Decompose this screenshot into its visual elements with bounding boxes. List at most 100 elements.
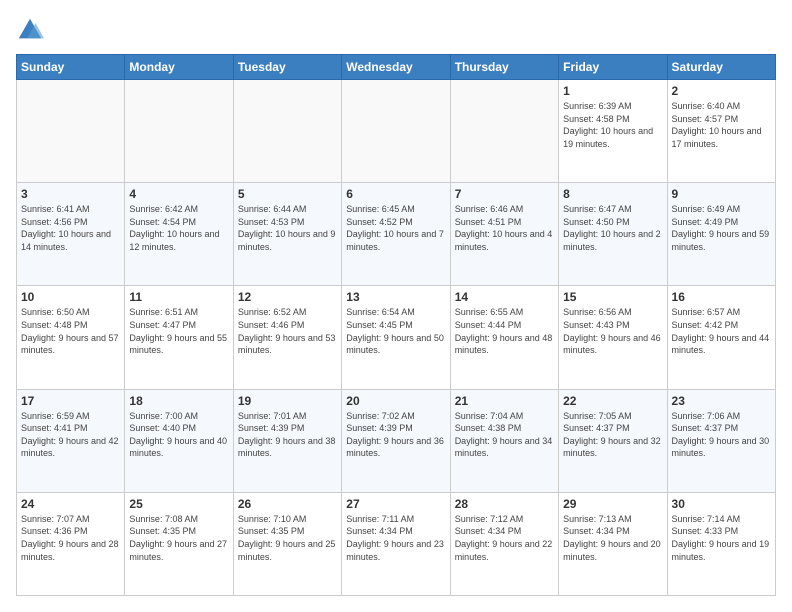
day-number: 29 xyxy=(563,497,662,511)
calendar-cell: 9 Sunrise: 6:49 AM Sunset: 4:49 PM Daylig… xyxy=(667,183,775,286)
day-info: Sunrise: 6:46 AM Sunset: 4:51 PM Dayligh… xyxy=(455,203,554,253)
calendar-cell: 14Sunrise: 6:55 AM Sunset: 4:44 PM Dayli… xyxy=(450,286,558,389)
day-header-friday: Friday xyxy=(559,55,667,80)
calendar-cell: 5 Sunrise: 6:44 AM Sunset: 4:53 PM Daylig… xyxy=(233,183,341,286)
day-number: 19 xyxy=(238,394,337,408)
calendar-cell: 18 Sunrise: 7:00 AM Sunset: 4:40 PM Dayli… xyxy=(125,389,233,492)
day-number: 28 xyxy=(455,497,554,511)
day-header-monday: Monday xyxy=(125,55,233,80)
day-info: Sunrise: 6:44 AM Sunset: 4:53 PM Dayligh… xyxy=(238,203,337,253)
day-info: Sunrise: 6:47 AM Sunset: 4:50 PM Dayligh… xyxy=(563,203,662,253)
day-number: 2 xyxy=(672,84,771,98)
day-info: Sunrise: 7:01 AM Sunset: 4:39 PM Dayligh… xyxy=(238,410,337,460)
day-info: Sunrise: 7:13 AM Sunset: 4:34 PM Dayligh… xyxy=(563,513,662,563)
calendar-cell: 27Sunrise: 7:11 AM Sunset: 4:34 PM Dayli… xyxy=(342,492,450,595)
day-number: 5 xyxy=(238,187,337,201)
week-row-2: 3 Sunrise: 6:41 AM Sunset: 4:56 PM Daylig… xyxy=(17,183,776,286)
week-row-4: 17 Sunrise: 6:59 AM Sunset: 4:41 PM Dayli… xyxy=(17,389,776,492)
calendar-header-row: SundayMondayTuesdayWednesdayThursdayFrid… xyxy=(17,55,776,80)
calendar-cell: 1 Sunrise: 6:39 AM Sunset: 4:58 PM Daylig… xyxy=(559,80,667,183)
calendar-cell: 26 Sunrise: 7:10 AM Sunset: 4:35 PM Dayli… xyxy=(233,492,341,595)
calendar-cell: 30 Sunrise: 7:14 AM Sunset: 4:33 PM Dayli… xyxy=(667,492,775,595)
calendar-cell: 21Sunrise: 7:04 AM Sunset: 4:38 PM Dayli… xyxy=(450,389,558,492)
day-number: 27 xyxy=(346,497,445,511)
calendar-cell: 8 Sunrise: 6:47 AM Sunset: 4:50 PM Daylig… xyxy=(559,183,667,286)
day-info: Sunrise: 7:10 AM Sunset: 4:35 PM Dayligh… xyxy=(238,513,337,563)
calendar-cell: 6 Sunrise: 6:45 AM Sunset: 4:52 PM Daylig… xyxy=(342,183,450,286)
calendar-cell: 11Sunrise: 6:51 AM Sunset: 4:47 PM Dayli… xyxy=(125,286,233,389)
day-number: 21 xyxy=(455,394,554,408)
day-info: Sunrise: 6:40 AM Sunset: 4:57 PM Dayligh… xyxy=(672,100,771,150)
day-number: 1 xyxy=(563,84,662,98)
calendar-cell: 2 Sunrise: 6:40 AM Sunset: 4:57 PM Daylig… xyxy=(667,80,775,183)
day-info: Sunrise: 6:49 AM Sunset: 4:49 PM Dayligh… xyxy=(672,203,771,253)
day-header-sunday: Sunday xyxy=(17,55,125,80)
calendar-cell: 19 Sunrise: 7:01 AM Sunset: 4:39 PM Dayli… xyxy=(233,389,341,492)
day-number: 12 xyxy=(238,290,337,304)
day-number: 3 xyxy=(21,187,120,201)
calendar-cell xyxy=(233,80,341,183)
day-number: 6 xyxy=(346,187,445,201)
calendar-cell: 12 Sunrise: 6:52 AM Sunset: 4:46 PM Dayli… xyxy=(233,286,341,389)
calendar-cell: 28 Sunrise: 7:12 AM Sunset: 4:34 PM Dayli… xyxy=(450,492,558,595)
calendar-cell: 17 Sunrise: 6:59 AM Sunset: 4:41 PM Dayli… xyxy=(17,389,125,492)
day-info: Sunrise: 6:57 AM Sunset: 4:42 PM Dayligh… xyxy=(672,306,771,356)
week-row-5: 24 Sunrise: 7:07 AM Sunset: 4:36 PM Dayli… xyxy=(17,492,776,595)
day-number: 13 xyxy=(346,290,445,304)
calendar-cell: 24 Sunrise: 7:07 AM Sunset: 4:36 PM Dayli… xyxy=(17,492,125,595)
calendar-cell: 3 Sunrise: 6:41 AM Sunset: 4:56 PM Daylig… xyxy=(17,183,125,286)
day-info: Sunrise: 7:02 AM Sunset: 4:39 PM Dayligh… xyxy=(346,410,445,460)
day-info: Sunrise: 7:00 AM Sunset: 4:40 PM Dayligh… xyxy=(129,410,228,460)
day-info: Sunrise: 7:05 AM Sunset: 4:37 PM Dayligh… xyxy=(563,410,662,460)
day-info: Sunrise: 6:45 AM Sunset: 4:52 PM Dayligh… xyxy=(346,203,445,253)
header xyxy=(16,16,776,44)
day-number: 18 xyxy=(129,394,228,408)
day-number: 10 xyxy=(21,290,120,304)
calendar-cell: 22 Sunrise: 7:05 AM Sunset: 4:37 PM Dayli… xyxy=(559,389,667,492)
day-number: 16 xyxy=(672,290,771,304)
calendar-cell: 10 Sunrise: 6:50 AM Sunset: 4:48 PM Dayli… xyxy=(17,286,125,389)
day-info: Sunrise: 6:54 AM Sunset: 4:45 PM Dayligh… xyxy=(346,306,445,356)
calendar-cell: 4 Sunrise: 6:42 AM Sunset: 4:54 PM Daylig… xyxy=(125,183,233,286)
calendar-table: SundayMondayTuesdayWednesdayThursdayFrid… xyxy=(16,54,776,596)
calendar-cell xyxy=(17,80,125,183)
day-number: 25 xyxy=(129,497,228,511)
day-info: Sunrise: 6:59 AM Sunset: 4:41 PM Dayligh… xyxy=(21,410,120,460)
day-info: Sunrise: 6:52 AM Sunset: 4:46 PM Dayligh… xyxy=(238,306,337,356)
week-row-1: 1 Sunrise: 6:39 AM Sunset: 4:58 PM Daylig… xyxy=(17,80,776,183)
day-header-saturday: Saturday xyxy=(667,55,775,80)
day-number: 20 xyxy=(346,394,445,408)
day-number: 17 xyxy=(21,394,120,408)
day-number: 22 xyxy=(563,394,662,408)
calendar-cell: 20 Sunrise: 7:02 AM Sunset: 4:39 PM Dayli… xyxy=(342,389,450,492)
day-info: Sunrise: 6:50 AM Sunset: 4:48 PM Dayligh… xyxy=(21,306,120,356)
day-number: 8 xyxy=(563,187,662,201)
day-number: 7 xyxy=(455,187,554,201)
calendar-cell xyxy=(450,80,558,183)
calendar-cell: 15Sunrise: 6:56 AM Sunset: 4:43 PM Dayli… xyxy=(559,286,667,389)
day-info: Sunrise: 6:56 AM Sunset: 4:43 PM Dayligh… xyxy=(563,306,662,356)
day-number: 4 xyxy=(129,187,228,201)
day-header-tuesday: Tuesday xyxy=(233,55,341,80)
day-info: Sunrise: 6:41 AM Sunset: 4:56 PM Dayligh… xyxy=(21,203,120,253)
day-info: Sunrise: 7:06 AM Sunset: 4:37 PM Dayligh… xyxy=(672,410,771,460)
day-number: 14 xyxy=(455,290,554,304)
day-info: Sunrise: 6:42 AM Sunset: 4:54 PM Dayligh… xyxy=(129,203,228,253)
calendar-cell: 29 Sunrise: 7:13 AM Sunset: 4:34 PM Dayli… xyxy=(559,492,667,595)
day-info: Sunrise: 7:08 AM Sunset: 4:35 PM Dayligh… xyxy=(129,513,228,563)
logo-icon xyxy=(16,16,44,44)
logo xyxy=(16,16,48,44)
day-number: 30 xyxy=(672,497,771,511)
calendar-cell: 25 Sunrise: 7:08 AM Sunset: 4:35 PM Dayli… xyxy=(125,492,233,595)
day-header-thursday: Thursday xyxy=(450,55,558,80)
day-header-wednesday: Wednesday xyxy=(342,55,450,80)
day-info: Sunrise: 7:07 AM Sunset: 4:36 PM Dayligh… xyxy=(21,513,120,563)
day-info: Sunrise: 7:14 AM Sunset: 4:33 PM Dayligh… xyxy=(672,513,771,563)
day-info: Sunrise: 6:39 AM Sunset: 4:58 PM Dayligh… xyxy=(563,100,662,150)
day-number: 11 xyxy=(129,290,228,304)
day-number: 26 xyxy=(238,497,337,511)
day-number: 24 xyxy=(21,497,120,511)
day-number: 9 xyxy=(672,187,771,201)
day-info: Sunrise: 7:12 AM Sunset: 4:34 PM Dayligh… xyxy=(455,513,554,563)
calendar-cell xyxy=(125,80,233,183)
